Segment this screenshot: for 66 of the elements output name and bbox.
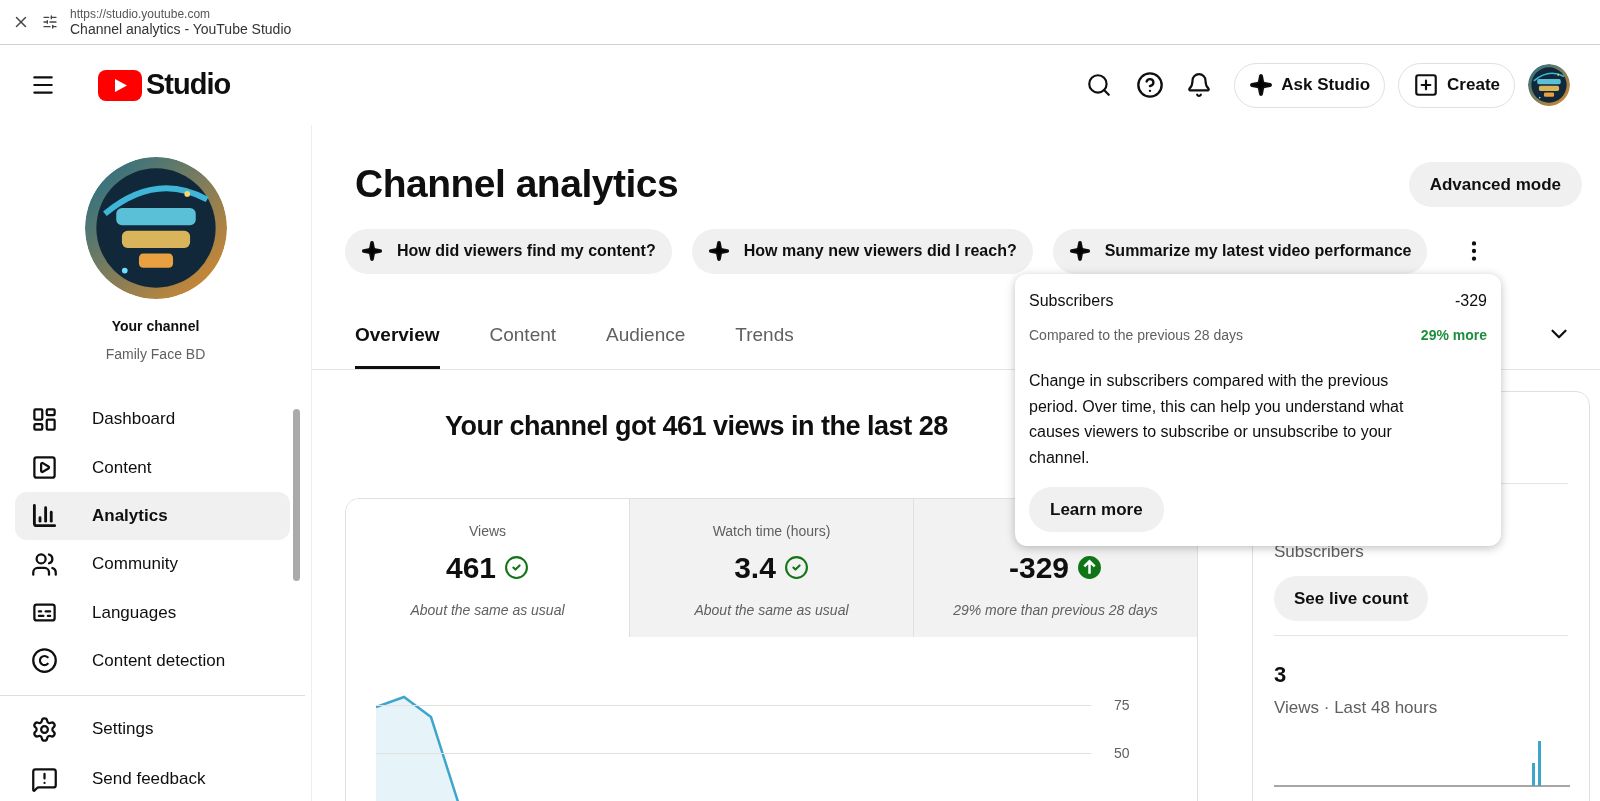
play-logo-icon [98,69,142,101]
nav-item[interactable]: Content detection [15,636,290,685]
views-count: 3 [1274,661,1288,689]
scrollbar[interactable] [293,409,300,581]
metric-tab[interactable]: Watch time (hours) 3.4 About the same as usual [629,499,913,637]
brand-name: Studio [146,67,231,103]
site-settings-icon[interactable] [42,14,58,30]
channel-name: Family Face BD [105,345,206,364]
metric-label: Views [468,522,507,537]
y-axis-label: 75 [1114,696,1130,715]
metric-note: About the same as usual [410,601,565,620]
metric-value: -329 [1008,550,1069,586]
suggestion-chip[interactable]: Summarize my latest video performance [1052,228,1428,274]
suggestion-chip[interactable]: How many new viewers did I reach? [691,228,1033,274]
your-channel-label: Your channel [111,317,200,336]
create-button[interactable]: Create [1398,62,1515,108]
nav-item[interactable]: Send feedback [15,754,305,801]
copyright-icon [31,647,58,675]
see-live-count-button[interactable]: See live count [1274,576,1429,621]
nav-item[interactable]: Languages [15,588,290,637]
views-caption: Views · Last 48 hours [1274,697,1439,719]
sparkle-icon [1068,240,1091,262]
check-circle-icon [783,555,809,580]
settings-icon [31,715,58,743]
nav-item[interactable]: Dashboard [15,395,290,444]
nav-item[interactable]: Community [15,540,290,589]
nav-item[interactable]: Settings [15,704,305,754]
tooltip-title: Subscribers [1029,291,1114,311]
metric-label: Watch time (hours) [712,522,831,537]
nav-item[interactable]: Analytics [15,491,290,540]
learn-more-button[interactable]: Learn more [1029,487,1164,532]
check-circle-icon [504,555,530,580]
arrow-up-circle-icon [1077,555,1102,580]
comparison-text: Compared to the previous 28 days [1029,326,1243,345]
views-summary-headline: Your channel got 461 views in the last 28 [445,409,948,443]
feedback-icon [31,765,58,793]
people-icon [31,550,58,578]
y-axis-label: 50 [1114,744,1130,763]
metric-value: 3.4 [734,550,776,586]
advanced-mode-button[interactable]: Advanced mode [1408,161,1582,207]
play-icon [31,454,58,481]
subscribers-label: Subscribers [1274,540,1365,563]
tab[interactable]: Trends [735,321,794,369]
nav-item[interactable]: Content [15,443,290,492]
page-title: Channel analytics - YouTube Studio [70,22,292,37]
search-icon[interactable] [1086,72,1113,98]
tab[interactable]: Content [489,321,557,369]
notifications-icon[interactable] [1186,72,1213,98]
page-title: Channel analytics [355,161,679,207]
bar-chart-icon [31,502,58,530]
video-plus-icon [1413,72,1440,98]
tab[interactable]: Audience [606,321,686,369]
change-text: 29% more [1420,326,1487,345]
suggestion-chip[interactable]: How did viewers find my content? [345,228,672,274]
dashboard-icon [31,405,58,433]
sparkle-icon [707,240,730,262]
url-text: https://studio.youtube.com [70,7,212,22]
tooltip-value: -329 [1454,291,1487,311]
metric-value: 461 [445,550,497,586]
sparkle-icon [361,240,383,262]
tooltip-description: Change in subscribers compared with the previous period. Over time, this can help you understand what causes viewers to subscribe or unsubscribe to your channel. [1029,371,1405,468]
metric-note: 29% more than previous 28 days [953,601,1158,620]
tab[interactable]: Overview [355,321,440,369]
help-icon[interactable] [1136,71,1165,99]
sparkle-icon [1249,73,1274,97]
metric-note: About the same as usual [694,601,849,620]
